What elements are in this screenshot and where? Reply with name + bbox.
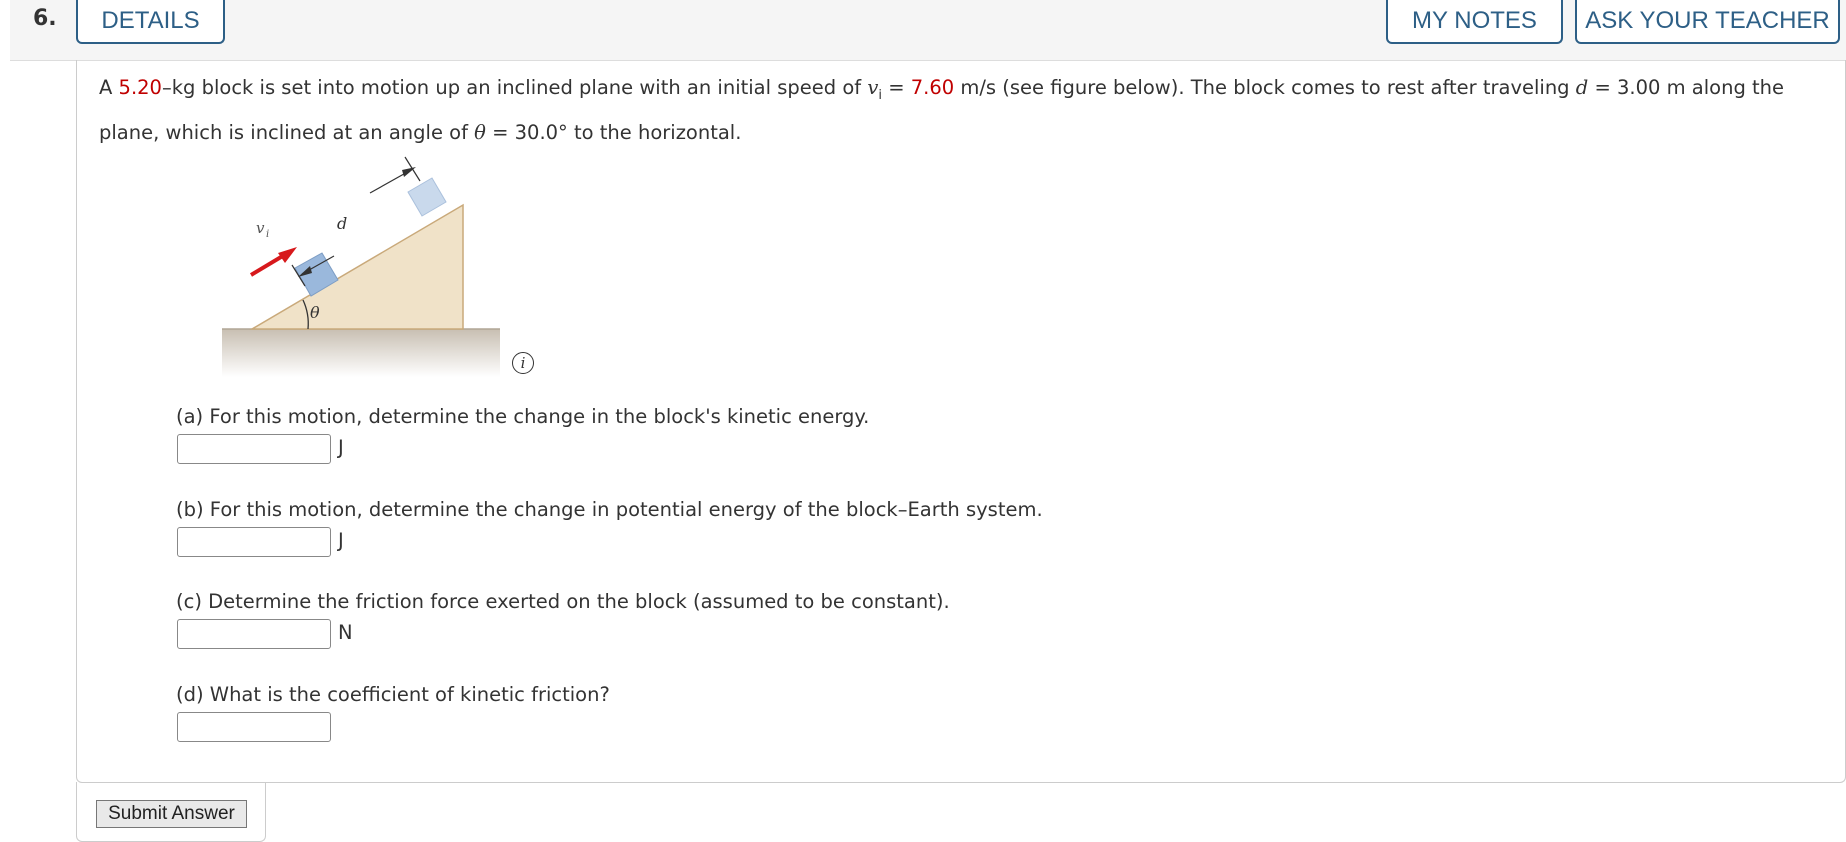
d-label: d [337, 214, 347, 233]
submit-answer-button[interactable]: Submit Answer [96, 800, 247, 828]
my-notes-button[interactable]: MY NOTES [1386, 0, 1563, 44]
part-c-label: (c) Determine the friction force exerted… [176, 590, 950, 613]
angle-symbol: θ [474, 120, 486, 144]
part-c-input[interactable] [177, 619, 331, 649]
question-header [10, 0, 1846, 61]
part-c-unit: N [338, 621, 353, 644]
part-b-input[interactable] [177, 527, 331, 557]
incline-figure: θ d v i [220, 153, 540, 378]
part-a-input[interactable] [177, 434, 331, 464]
vi-label: v [256, 219, 265, 237]
part-a-label: (a) For this motion, determine the chang… [176, 405, 870, 428]
vi-subscript: i [266, 229, 269, 240]
part-b-unit: J [338, 529, 344, 552]
ground [222, 329, 500, 377]
ask-your-teacher-button[interactable]: ASK YOUR TEACHER [1575, 0, 1840, 44]
part-b-label: (b) For this motion, determine the chang… [176, 498, 1043, 521]
incline-diagram: θ d v i [222, 156, 500, 377]
velocity-arrow [249, 252, 288, 277]
part-d-label: (d) What is the coefficient of kinetic f… [176, 683, 610, 706]
inclined-plane [249, 203, 464, 330]
part-a-unit: J [338, 436, 344, 459]
details-button[interactable]: DETAILS [76, 0, 225, 44]
question-number: 6. [33, 6, 57, 31]
block-end [407, 177, 447, 217]
info-icon[interactable]: i [512, 352, 534, 374]
speed-symbol: v [867, 76, 879, 99]
part-d-input[interactable] [177, 712, 331, 742]
theta-label: θ [310, 303, 320, 322]
problem-statement: A 5.20–kg block is set into motion up an… [99, 76, 1785, 144]
mass-value: 5.20 [118, 76, 162, 99]
distance-symbol: d [1575, 76, 1589, 99]
speed-value: 7.60 [910, 76, 955, 99]
